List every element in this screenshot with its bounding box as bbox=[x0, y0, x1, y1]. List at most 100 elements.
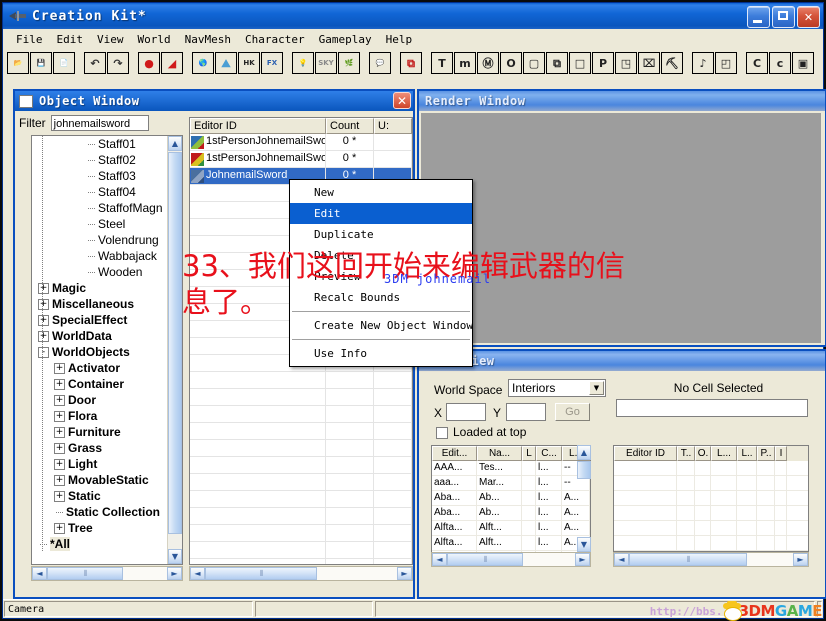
tree-item-wooden[interactable]: Wooden bbox=[32, 264, 169, 280]
menu-file[interactable]: File bbox=[9, 31, 50, 48]
column-header[interactable]: I bbox=[775, 446, 787, 461]
redo-icon[interactable]: ↷ bbox=[107, 52, 129, 74]
scroll-thumb[interactable]: ⦀ bbox=[205, 567, 317, 580]
scroll-left-button[interactable]: ◄ bbox=[32, 567, 47, 580]
landscape-editing-icon[interactable]: ⛰ bbox=[215, 52, 237, 74]
scroll-left-button[interactable]: ◄ bbox=[614, 553, 629, 566]
table-row[interactable]: Alfta... Alft... l... A... bbox=[432, 521, 590, 536]
tree-item-staff02[interactable]: Staff02 bbox=[32, 152, 169, 168]
menu-navmesh[interactable]: NavMesh bbox=[178, 31, 238, 48]
render-window-icon[interactable]: ◢ bbox=[161, 52, 183, 74]
y-input[interactable] bbox=[506, 403, 546, 421]
context-menu-item-create-new-object-window[interactable]: Create New Object Window bbox=[290, 315, 473, 336]
tree-item-staff01[interactable]: Staff01 bbox=[32, 136, 169, 152]
table-row[interactable] bbox=[614, 506, 808, 521]
menu-world[interactable]: World bbox=[131, 31, 178, 48]
expand-icon[interactable]: + bbox=[54, 362, 65, 374]
scroll-up-button[interactable]: ▲ bbox=[577, 445, 591, 460]
column-header[interactable]: O. bbox=[695, 446, 711, 461]
scroll-track[interactable]: ⦀ bbox=[205, 567, 397, 580]
lighting-tool-icon[interactable]: ⛏ bbox=[661, 52, 683, 74]
tree-item-magic[interactable]: + Magic bbox=[32, 280, 169, 296]
tree-vertical-scrollbar[interactable]: ▲ ▼ bbox=[167, 136, 182, 564]
object-category-tree[interactable]: Staff01 Staff02 Staff03 Staff04 StaffofMagn S… bbox=[31, 135, 183, 565]
menu-edit[interactable]: Edit bbox=[50, 31, 91, 48]
preferences-grid-icon[interactable]: ● bbox=[138, 52, 160, 74]
column-header[interactable]: L.. bbox=[737, 446, 757, 461]
open-file-icon[interactable]: 📂 bbox=[7, 52, 29, 74]
context-menu[interactable]: New Edit Duplicate Delete Preview Recalc Boun… bbox=[289, 179, 473, 367]
tree-item-miscellaneous[interactable]: + Miscellaneous bbox=[32, 296, 169, 312]
expand-icon[interactable]: + bbox=[38, 298, 49, 310]
expand-icon[interactable]: + bbox=[38, 282, 49, 294]
go-button[interactable]: Go bbox=[555, 403, 590, 421]
table-row[interactable]: 1stPersonJohnemailSword 0 * bbox=[190, 134, 412, 151]
cell-list-vertical-scrollbar[interactable]: ▲ ▼ bbox=[577, 445, 591, 552]
menu-view[interactable]: View bbox=[90, 31, 131, 48]
table-row[interactable]: Aba... Ab... l... A... bbox=[432, 506, 590, 521]
scroll-right-button[interactable]: ► bbox=[575, 553, 590, 566]
expand-icon[interactable]: + bbox=[54, 378, 65, 390]
scroll-thumb[interactable]: ⦀ bbox=[47, 567, 123, 580]
context-menu-item-preview[interactable]: Preview bbox=[290, 266, 472, 287]
scroll-left-button[interactable]: ◄ bbox=[432, 553, 447, 566]
scroll-up-button[interactable]: ▲ bbox=[168, 136, 182, 151]
scroll-track[interactable]: ⦀ bbox=[629, 553, 793, 566]
show-boxes-icon[interactable]: □ bbox=[569, 52, 591, 74]
save-icon[interactable]: 💾 bbox=[30, 52, 52, 74]
tree-horizontal-scrollbar[interactable]: ◄ ⦀ ► bbox=[31, 566, 183, 581]
column-header[interactable]: Na... bbox=[477, 446, 522, 461]
table-row[interactable] bbox=[614, 476, 808, 491]
context-menu-item-delete[interactable]: Delete bbox=[290, 245, 472, 266]
show-triggers-icon[interactable]: T bbox=[431, 52, 453, 74]
collapse-icon[interactable]: - bbox=[38, 346, 49, 358]
effects-icon[interactable]: FX bbox=[261, 52, 283, 74]
column-header[interactable]: Edit... bbox=[432, 446, 477, 461]
scroll-right-button[interactable]: ► bbox=[793, 553, 808, 566]
table-row[interactable] bbox=[614, 461, 808, 476]
copy-object-icon[interactable]: c bbox=[769, 52, 791, 74]
tree-item-static-collection[interactable]: Static Collection bbox=[32, 504, 169, 520]
scroll-right-button[interactable]: ► bbox=[397, 567, 412, 580]
close-button[interactable]: ✕ bbox=[797, 6, 820, 28]
expand-icon[interactable]: + bbox=[54, 474, 65, 486]
paste-object-icon[interactable]: ▣ bbox=[792, 52, 814, 74]
table-row[interactable] bbox=[614, 521, 808, 536]
table-row[interactable]: Aba... Ab... l... A... bbox=[432, 491, 590, 506]
tree-item-worlddata[interactable]: + WorldData bbox=[32, 328, 169, 344]
create-object-icon[interactable]: C bbox=[746, 52, 768, 74]
cell-borders-icon[interactable]: ◰ bbox=[715, 52, 737, 74]
snap-to-grid-icon[interactable]: ⧉ bbox=[400, 52, 422, 74]
tree-item--all[interactable]: *All bbox=[32, 536, 169, 552]
audio-mute-icon[interactable]: ♪ bbox=[692, 52, 714, 74]
tree-item-furniture[interactable]: + Furniture bbox=[32, 424, 169, 440]
expand-icon[interactable]: + bbox=[54, 458, 65, 470]
cell-name-field[interactable] bbox=[616, 399, 808, 417]
show-multibound-icon[interactable]: ⧉ bbox=[546, 52, 568, 74]
cell-object-list[interactable]: Editor ID T.. O. L... L.. P.. I bbox=[613, 445, 809, 552]
chevron-down-icon[interactable]: ▼ bbox=[589, 381, 604, 395]
expand-icon[interactable]: + bbox=[38, 314, 49, 326]
tree-item-flora[interactable]: + Flora bbox=[32, 408, 169, 424]
table-row[interactable]: 1stPersonJohnemailSwordT...0 * bbox=[190, 151, 412, 168]
hide-markers-icon[interactable]: ⌧ bbox=[638, 52, 660, 74]
scroll-track[interactable]: ⦀ bbox=[447, 553, 575, 566]
tree-item-tree[interactable]: + Tree bbox=[32, 520, 169, 536]
tree-item-wabbajack[interactable]: Wabbajack bbox=[32, 248, 169, 264]
menu-character[interactable]: Character bbox=[238, 31, 312, 48]
maximize-button[interactable] bbox=[772, 6, 795, 28]
context-menu-item-new[interactable]: New bbox=[290, 182, 472, 203]
data-files-icon[interactable]: 📄 bbox=[53, 52, 75, 74]
scroll-track[interactable]: ⦀ bbox=[47, 567, 167, 580]
tree-item-activator[interactable]: + Activator bbox=[32, 360, 169, 376]
column-header[interactable]: Editor ID bbox=[614, 446, 677, 461]
show-collision-icon[interactable]: Ⓜ bbox=[477, 52, 499, 74]
loaded-at-top-checkbox[interactable] bbox=[436, 427, 448, 439]
expand-icon[interactable]: + bbox=[54, 426, 65, 438]
show-occlusion-icon[interactable]: ▢ bbox=[523, 52, 545, 74]
tree-item-staff04[interactable]: Staff04 bbox=[32, 184, 169, 200]
world-icon[interactable]: 🌎 bbox=[192, 52, 214, 74]
render-viewport[interactable] bbox=[421, 113, 821, 343]
expand-icon[interactable]: + bbox=[54, 442, 65, 454]
scroll-left-button[interactable]: ◄ bbox=[190, 567, 205, 580]
